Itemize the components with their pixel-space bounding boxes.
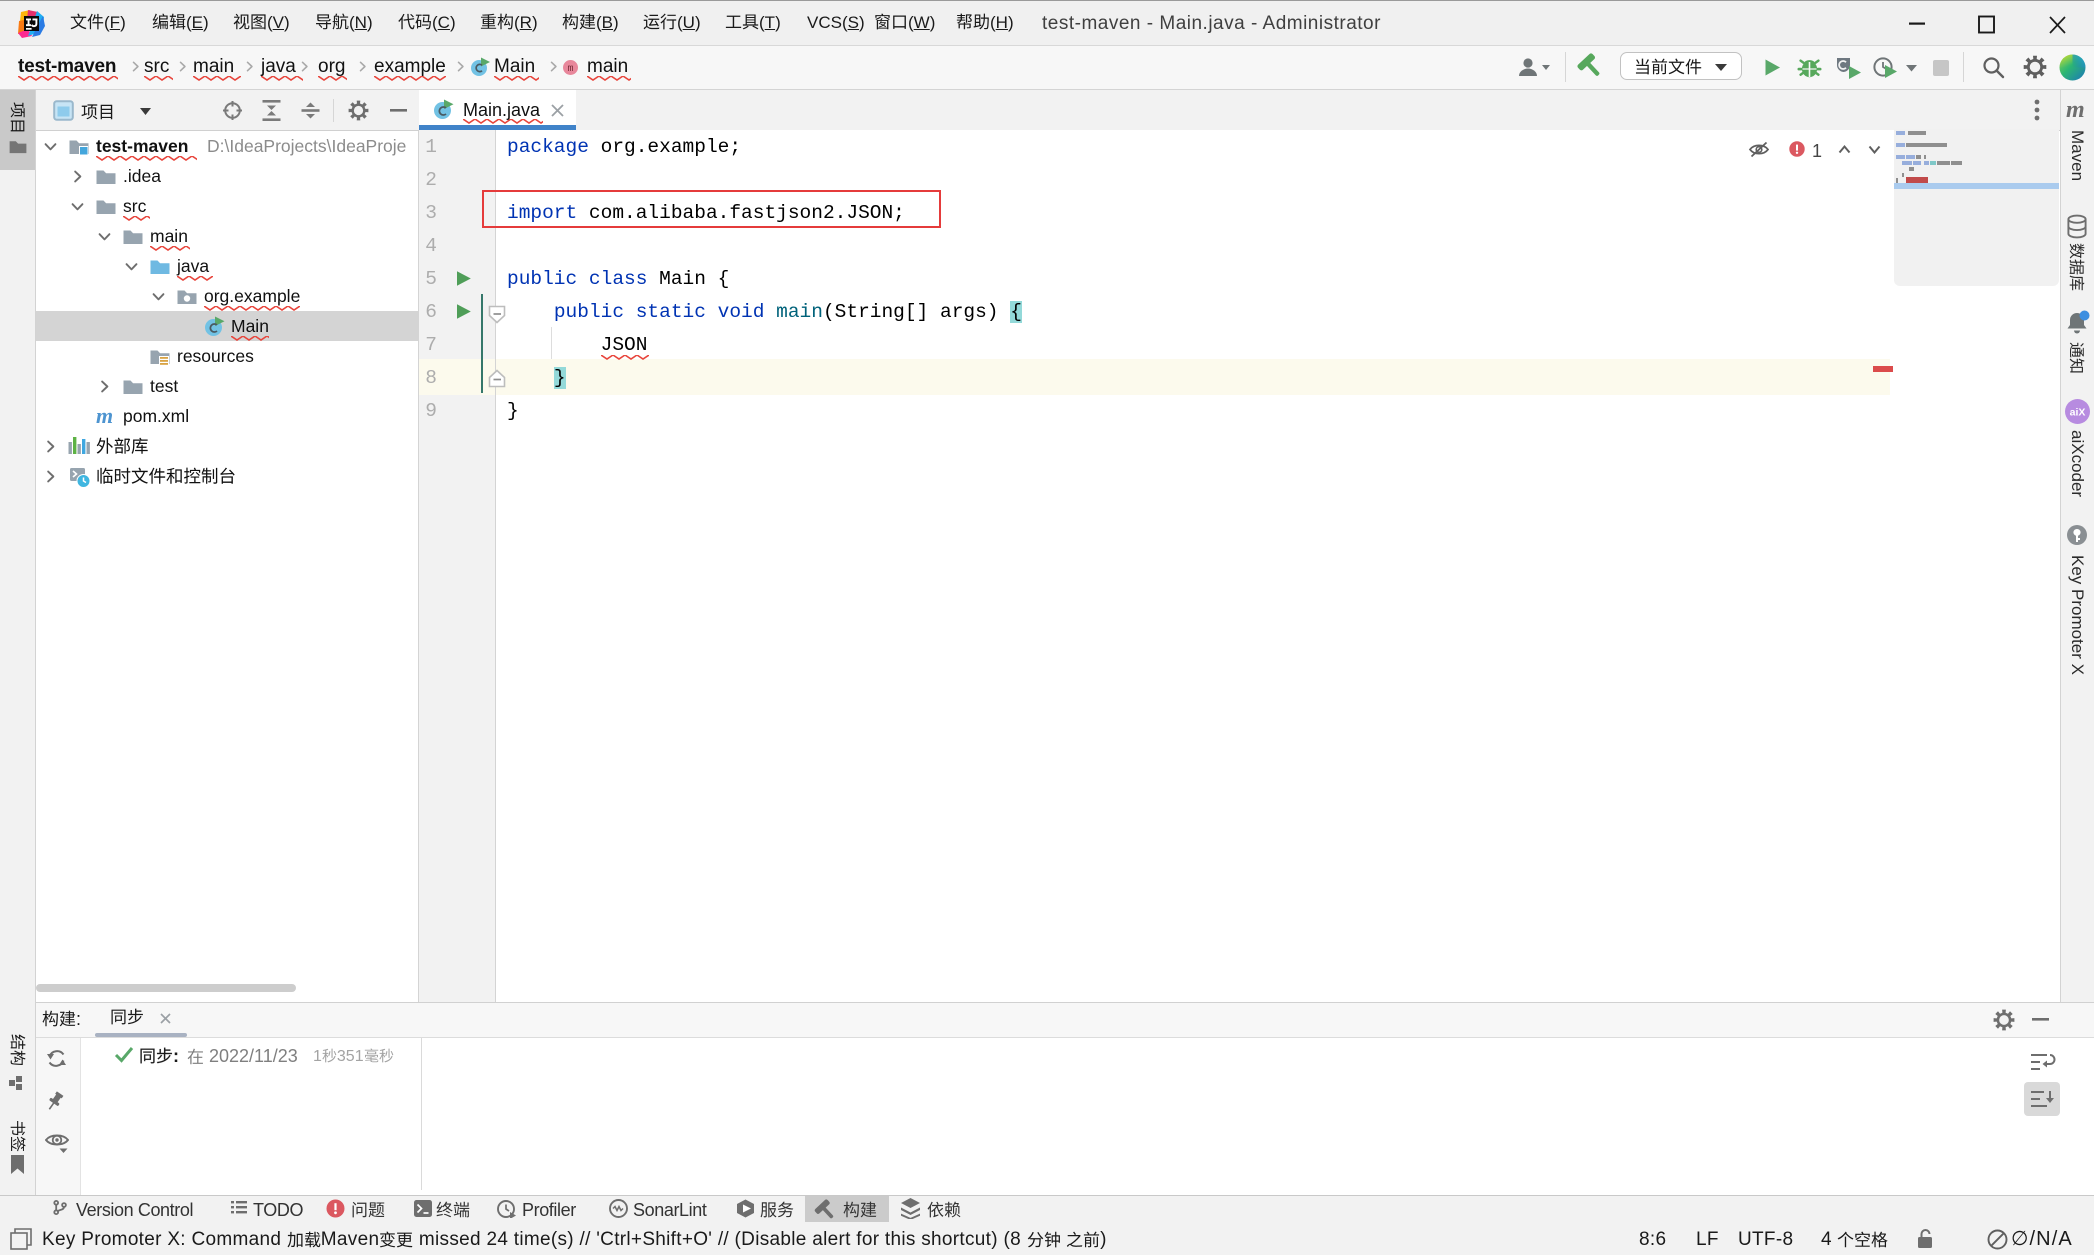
svg-text:m: m	[567, 64, 573, 75]
svg-text:aiX: aiX	[2070, 407, 2086, 419]
